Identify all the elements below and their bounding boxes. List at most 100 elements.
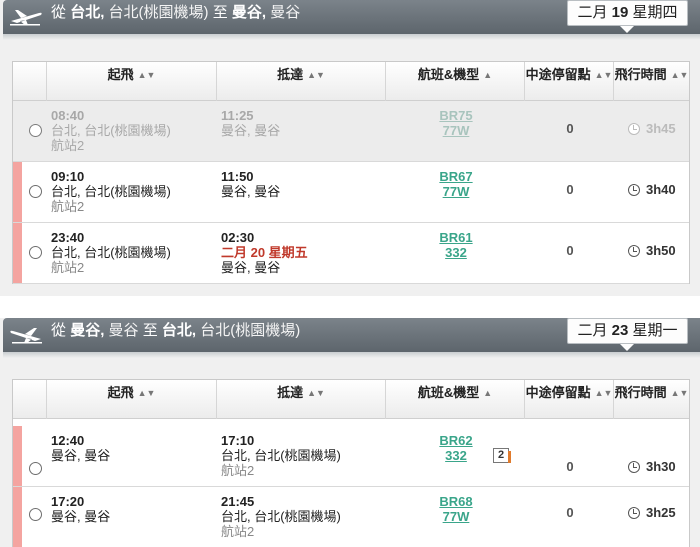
return-flight-table: 起飛 ▲▼ 抵達 ▲▼ 航班&機型 ▲ 中途停留點 ▲▼ 飛行時間 ▲▼ 12:40 曼谷…: [12, 379, 690, 547]
flight-number-link[interactable]: BR67: [439, 169, 472, 184]
aircraft-link[interactable]: 332: [445, 245, 467, 260]
arrival-time: 11:50: [221, 169, 254, 184]
return-date-selector[interactable]: 二月 23 星期一: [567, 318, 688, 344]
aircraft-link[interactable]: 77W: [443, 184, 470, 199]
aircraft-link[interactable]: 332: [445, 448, 467, 463]
flight-info: BR68 77W: [401, 494, 511, 524]
sort-departure[interactable]: 起飛 ▲▼: [46, 380, 216, 419]
arrival-city: 台北, 台北(桃園機場): [221, 509, 341, 524]
departure-terminal: 航站2: [51, 138, 85, 153]
flight-select-radio[interactable]: [29, 508, 42, 521]
arrival-city: 台北, 台北(桃園機場): [221, 448, 341, 463]
selection-flag: [13, 426, 22, 486]
header-shadow: [3, 34, 700, 40]
date-month: 二月: [577, 4, 608, 21]
return-route: 從 曼谷, 曼谷 至 台北, 台北(桃園機場): [51, 318, 300, 352]
to-label: 至: [142, 322, 158, 339]
select-column-header: [13, 380, 46, 419]
sort-duration[interactable]: 飛行時間 ▲▼: [613, 380, 689, 419]
clock-icon: [628, 245, 640, 257]
departure-time: 17:20: [51, 494, 85, 509]
sort-icon: ▲▼: [137, 70, 156, 80]
clock-icon: [628, 123, 640, 135]
arrival-info: 17:10 台北, 台北(桃園機場) 航站2: [221, 433, 341, 478]
flight-info: BR75 77W: [401, 108, 511, 138]
aircraft-link[interactable]: 77W: [443, 509, 470, 524]
flight-select-radio[interactable]: [29, 246, 42, 259]
flight-info: BR67 77W: [401, 169, 511, 199]
outbound-route: 從 台北, 台北(桃園機場) 至 曼谷, 曼谷: [51, 0, 300, 34]
arrival-next-day-date: 二月 20 星期五: [221, 245, 308, 260]
stops-count: 0: [566, 243, 574, 258]
destination-city: 曼谷,: [231, 4, 267, 21]
sort-duration[interactable]: 飛行時間 ▲▼: [613, 62, 689, 101]
flight-info: BR61 332: [401, 230, 511, 260]
departure-terminal: 航站2: [51, 199, 85, 214]
sort-icon: ▲▼: [670, 388, 689, 398]
date-day: 19: [611, 4, 629, 21]
arrival-city: 曼谷, 曼谷: [221, 184, 281, 199]
flight-number-link[interactable]: BR61: [439, 230, 472, 245]
select-column-header: [13, 62, 46, 101]
sort-stops[interactable]: 中途停留點 ▲▼: [524, 380, 613, 419]
flight-number-link[interactable]: BR62: [439, 433, 472, 448]
flight-row[interactable]: 09:10 台北, 台北(桃園機場) 航站2 11:50 曼谷, 曼谷 BR67…: [13, 162, 689, 223]
arrival-time: 17:10: [221, 433, 255, 448]
stops-count: 0: [566, 121, 574, 136]
sort-arrival[interactable]: 抵達 ▲▼: [216, 62, 385, 101]
sort-icon: ▲▼: [307, 388, 325, 398]
selection-flag: [13, 223, 22, 283]
return-plane-icon: [10, 328, 42, 344]
outbound-section: 從 台北, 台北(桃園機場) 至 曼谷, 曼谷 二月 19 星期四 起飛 ▲▼ 抵…: [0, 0, 700, 296]
departure-city: 曼谷, 曼谷: [51, 448, 111, 463]
from-label: 從: [51, 4, 67, 21]
sort-stops[interactable]: 中途停留點 ▲▼: [524, 62, 613, 101]
table-header: 起飛 ▲▼ 抵達 ▲▼ 航班&機型 ▲ 中途停留點 ▲▼ 飛行時間 ▲▼: [13, 62, 689, 101]
destination-airport: 曼谷: [270, 4, 301, 21]
departure-plane-icon: [10, 10, 42, 26]
departure-time: 23:40: [51, 230, 85, 245]
clock-icon: [628, 507, 640, 519]
selection-flag: [13, 162, 22, 222]
sort-flight[interactable]: 航班&機型 ▲: [385, 380, 524, 419]
arrival-time: 11:25: [221, 108, 254, 123]
flight-row[interactable]: 23:40 台北, 台北(桃園機場) 航站2 02:30 二月 20 星期五 曼…: [13, 223, 689, 284]
origin-airport: 曼谷: [108, 322, 139, 339]
arrival-time: 21:45: [221, 494, 255, 509]
sort-asc-icon: ▲: [483, 388, 493, 398]
flight-number-link[interactable]: BR68: [439, 494, 472, 509]
outbound-date-selector[interactable]: 二月 19 星期四: [567, 0, 688, 26]
sort-icon: ▲▼: [670, 70, 689, 80]
flight-select-radio[interactable]: [29, 462, 42, 475]
flight-row[interactable]: 17:20 曼谷, 曼谷 21:45 台北, 台北(桃園機場) 航站2 BR68…: [13, 487, 689, 547]
clock-icon: [628, 461, 640, 473]
sort-arrival[interactable]: 抵達 ▲▼: [216, 380, 385, 419]
arrival-info: 11:25 曼谷, 曼谷: [221, 108, 280, 138]
flight-duration: 3h25: [628, 487, 676, 547]
return-section: 從 曼谷, 曼谷 至 台北, 台北(桃園機場) 二月 23 星期一 起飛 ▲▼ 抵…: [0, 318, 700, 547]
arrival-time: 02:30: [221, 230, 255, 245]
sort-departure[interactable]: 起飛 ▲▼: [46, 62, 216, 101]
meal-badge-icon[interactable]: 2: [493, 448, 511, 463]
to-label: 至: [212, 4, 228, 21]
origin-city: 曼谷,: [70, 322, 105, 339]
sort-flight[interactable]: 航班&機型 ▲: [385, 62, 524, 101]
arrival-info: 11:50 曼谷, 曼谷: [221, 169, 280, 199]
departure-info: 17:20 曼谷, 曼谷: [51, 494, 110, 524]
arrival-info: 21:45 台北, 台北(桃園機場) 航站2: [221, 494, 341, 539]
flight-number-link[interactable]: BR75: [439, 108, 472, 123]
destination-city: 台北,: [161, 322, 197, 339]
destination-airport: 台北(桃園機場): [200, 322, 301, 339]
date-month: 二月: [577, 322, 608, 339]
sort-icon: ▲▼: [594, 388, 613, 398]
aircraft-link[interactable]: 77W: [443, 123, 470, 138]
flight-row[interactable]: 12:40 曼谷, 曼谷 17:10 台北, 台北(桃園機場) 航站2 BR62…: [13, 426, 689, 487]
clock-icon: [628, 184, 640, 196]
departure-info: 09:10 台北, 台北(桃園機場) 航站2: [51, 169, 171, 214]
sort-icon: ▲▼: [137, 388, 156, 398]
flight-duration: 3h45: [628, 101, 676, 161]
flight-duration: 3h40: [628, 162, 676, 222]
flight-select-radio[interactable]: [29, 124, 42, 137]
flight-select-radio[interactable]: [29, 185, 42, 198]
sort-icon: ▲▼: [307, 70, 325, 80]
